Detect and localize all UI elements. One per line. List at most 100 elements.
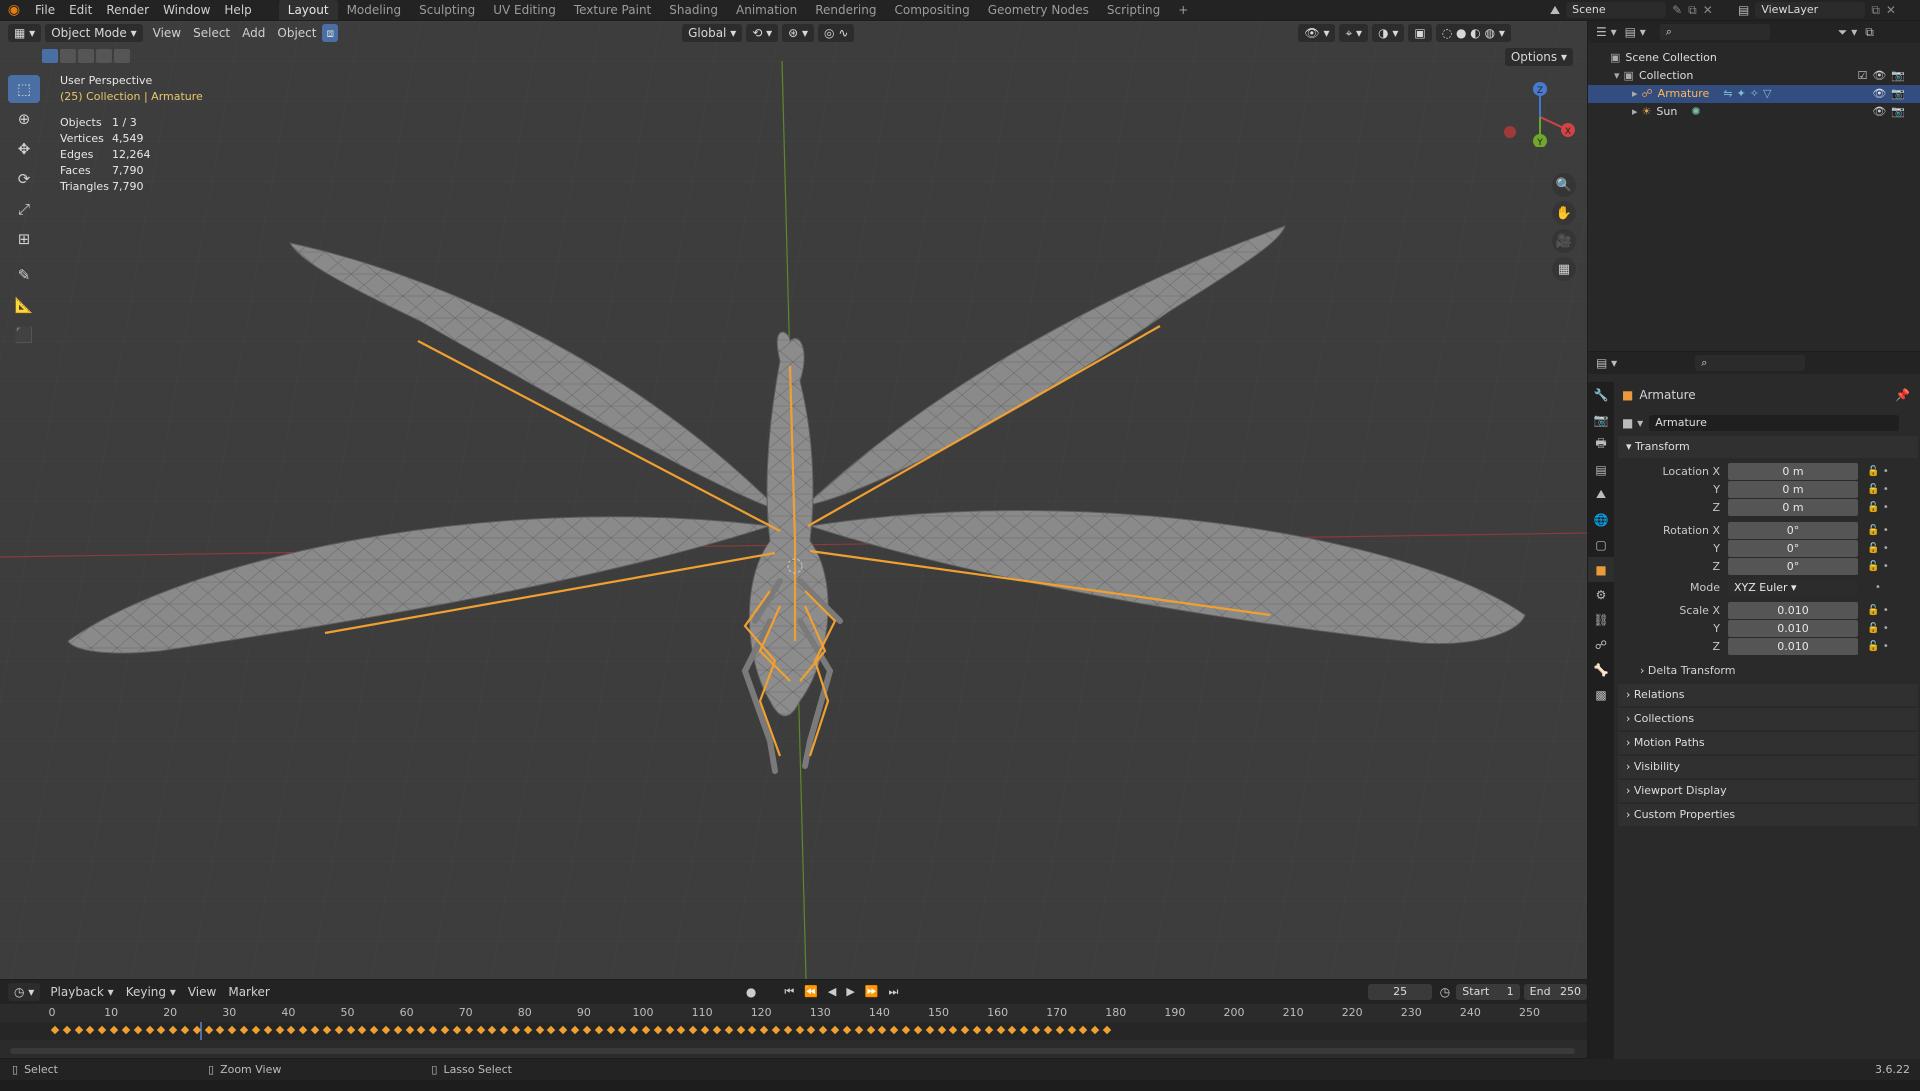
subtract-selection-icon[interactable] xyxy=(78,49,94,63)
xray-toggle-icon[interactable]: ▣ xyxy=(1408,24,1432,42)
keyframe-marker[interactable] xyxy=(133,1025,142,1035)
location-z-field[interactable]: 0 m xyxy=(1728,499,1858,516)
keyframe-marker[interactable] xyxy=(889,1025,899,1035)
scale-z-field[interactable]: 0.010 xyxy=(1728,638,1858,655)
zoom-icon[interactable]: 🔍 xyxy=(1552,173,1576,197)
select-menu[interactable]: Select xyxy=(187,23,236,43)
view-layer-name[interactable]: ViewLayer xyxy=(1755,2,1866,18)
invert-selection-icon[interactable] xyxy=(96,49,112,63)
keyframe-marker[interactable] xyxy=(878,1025,887,1035)
object-datablock-icon[interactable]: ■ ▾ xyxy=(1622,416,1643,430)
pin-icon[interactable]: 📌 xyxy=(1895,388,1918,402)
rotation-y-field[interactable]: 0° xyxy=(1728,540,1858,557)
playback-controls-icons[interactable]: ⏮⏪◀▶⏩⏭ xyxy=(784,985,908,999)
delta-transform-subpanel[interactable]: › Delta Transform xyxy=(1618,660,1918,682)
keyframe-marker[interactable] xyxy=(677,1025,686,1035)
keyframe-marker[interactable] xyxy=(393,1025,403,1035)
motion-paths-panel-header[interactable]: › Motion Paths xyxy=(1618,732,1918,754)
scale-tool-icon[interactable]: ⤢ xyxy=(8,195,40,223)
rotation-z-field[interactable]: 0° xyxy=(1728,558,1858,575)
menu-help[interactable]: Help xyxy=(217,0,258,20)
keyframe-marker[interactable] xyxy=(310,1025,320,1035)
add-cube-tool-icon[interactable]: ⬛ xyxy=(8,321,40,349)
lock-keyframe-icons[interactable]: 🔓 • xyxy=(1858,641,1898,652)
keyframe-marker[interactable] xyxy=(499,1025,509,1035)
menu-render[interactable]: Render xyxy=(99,0,156,20)
keyframe-marker[interactable] xyxy=(866,1025,875,1035)
keyframe-marker[interactable] xyxy=(830,1025,840,1035)
collections-panel-header[interactable]: › Collections xyxy=(1618,708,1918,730)
keyframe-marker[interactable] xyxy=(783,1025,793,1035)
timeline-editor-icon[interactable]: ◷ ▾ xyxy=(8,983,41,1001)
output-tab-icon[interactable]: 🖶 xyxy=(1588,432,1614,457)
keyframe-marker[interactable] xyxy=(606,1025,615,1035)
add-menu[interactable]: Add xyxy=(236,23,271,43)
keyframe-marker[interactable] xyxy=(287,1025,296,1035)
render-tab-icon[interactable]: 📷 xyxy=(1588,407,1614,432)
keyframe-marker[interactable] xyxy=(949,1025,958,1035)
keyframe-marker[interactable] xyxy=(1055,1025,1064,1035)
keyframe-marker[interactable] xyxy=(239,1025,249,1035)
pin-icon[interactable]: ✎ xyxy=(1672,3,1682,17)
timeline-scrollbar[interactable] xyxy=(10,1048,1575,1054)
timeline-view-menu[interactable]: View xyxy=(182,982,222,1002)
relations-panel-header[interactable]: › Relations xyxy=(1618,684,1918,706)
keyframe-marker[interactable] xyxy=(1031,1025,1041,1035)
scene-name[interactable]: Scene xyxy=(1566,2,1667,18)
keyframe-marker[interactable] xyxy=(736,1025,745,1035)
keyframe-icon[interactable]: • xyxy=(1858,582,1898,593)
lock-keyframe-icons[interactable]: 🔓 • xyxy=(1858,561,1898,572)
keyframe-marker[interactable] xyxy=(535,1025,544,1035)
constraint-tab-icon[interactable]: ⛓ xyxy=(1588,607,1614,632)
new-scene-icon[interactable]: ⧉ xyxy=(1688,3,1697,18)
keyframe-marker[interactable] xyxy=(464,1025,473,1035)
keyframe-marker[interactable] xyxy=(180,1025,190,1035)
keyframe-marker[interactable] xyxy=(275,1025,284,1035)
transform-orientation-dropdown[interactable]: Global ▾ xyxy=(682,24,743,42)
visibility-icons[interactable]: 👁📷 xyxy=(1872,103,1920,121)
keyframe-marker[interactable] xyxy=(570,1025,580,1035)
outliner-item-scene-collection[interactable]: ▣ Scene Collection xyxy=(1588,49,1920,67)
extend-selection-icon[interactable] xyxy=(60,49,76,63)
keyframe-marker[interactable] xyxy=(665,1025,674,1035)
playback-menu[interactable]: Playback ▾ xyxy=(44,982,119,1002)
keyframe-marker[interactable] xyxy=(1067,1025,1076,1035)
keyframe-marker[interactable] xyxy=(98,1025,107,1035)
keyframe-marker[interactable] xyxy=(405,1025,414,1035)
rotation-mode-dropdown[interactable]: XYZ Euler ▾ xyxy=(1728,579,1858,596)
keyframe-marker[interactable] xyxy=(334,1025,343,1035)
rotate-tool-icon[interactable]: ⟳ xyxy=(8,165,40,193)
editor-type-icon[interactable]: ▦ ▾ xyxy=(8,24,42,42)
outliner-item-armature[interactable]: ▸ ☍ Armature ⇋✦✧▽ 👁📷 xyxy=(1588,85,1920,103)
outliner-item-collection[interactable]: ▾ ▣ Collection ☑👁📷 xyxy=(1588,67,1920,85)
chevron-right-icon[interactable]: ▸ xyxy=(1632,85,1638,103)
lock-keyframe-icons[interactable]: 🔓 • xyxy=(1858,525,1898,536)
keyframe-marker[interactable] xyxy=(263,1025,272,1035)
snap-icon[interactable]: ⊛ ▾ xyxy=(782,24,815,42)
keyframe-marker[interactable] xyxy=(972,1025,982,1035)
keyframe-marker[interactable] xyxy=(937,1025,946,1035)
keyframe-marker[interactable] xyxy=(547,1025,556,1035)
keyframe-marker[interactable] xyxy=(1008,1025,1017,1035)
custom-properties-panel-header[interactable]: › Custom Properties xyxy=(1618,804,1918,826)
keyframe-marker[interactable] xyxy=(559,1025,568,1035)
keyframe-marker[interactable] xyxy=(476,1025,485,1035)
keyframe-marker[interactable] xyxy=(145,1025,154,1035)
keyframe-marker[interactable] xyxy=(689,1025,698,1035)
keyframe-marker[interactable] xyxy=(358,1025,367,1035)
collection-tab-icon[interactable]: ▢ xyxy=(1588,532,1614,557)
keyframe-marker[interactable] xyxy=(629,1025,639,1035)
keyframe-marker[interactable] xyxy=(1090,1025,1100,1035)
keyframe-marker[interactable] xyxy=(204,1025,213,1035)
cursor-tool-icon[interactable]: ⊕ xyxy=(8,105,40,133)
shading-mode-icons[interactable]: ◌ ● ◐ ◍ ▾ xyxy=(1435,24,1511,42)
scale-x-field[interactable]: 0.010 xyxy=(1728,602,1858,619)
world-tab-icon[interactable]: 🌐 xyxy=(1588,507,1614,532)
keyframe-marker[interactable] xyxy=(109,1025,119,1035)
keyframe-marker[interactable] xyxy=(759,1025,769,1035)
location-y-field[interactable]: 0 m xyxy=(1728,481,1858,498)
outliner-editor-icon[interactable]: ☰ ▾ xyxy=(1596,25,1617,39)
keyframe-marker[interactable] xyxy=(960,1025,970,1035)
tab-geometry-nodes[interactable]: Geometry Nodes xyxy=(979,0,1098,20)
menu-window[interactable]: Window xyxy=(156,0,217,20)
